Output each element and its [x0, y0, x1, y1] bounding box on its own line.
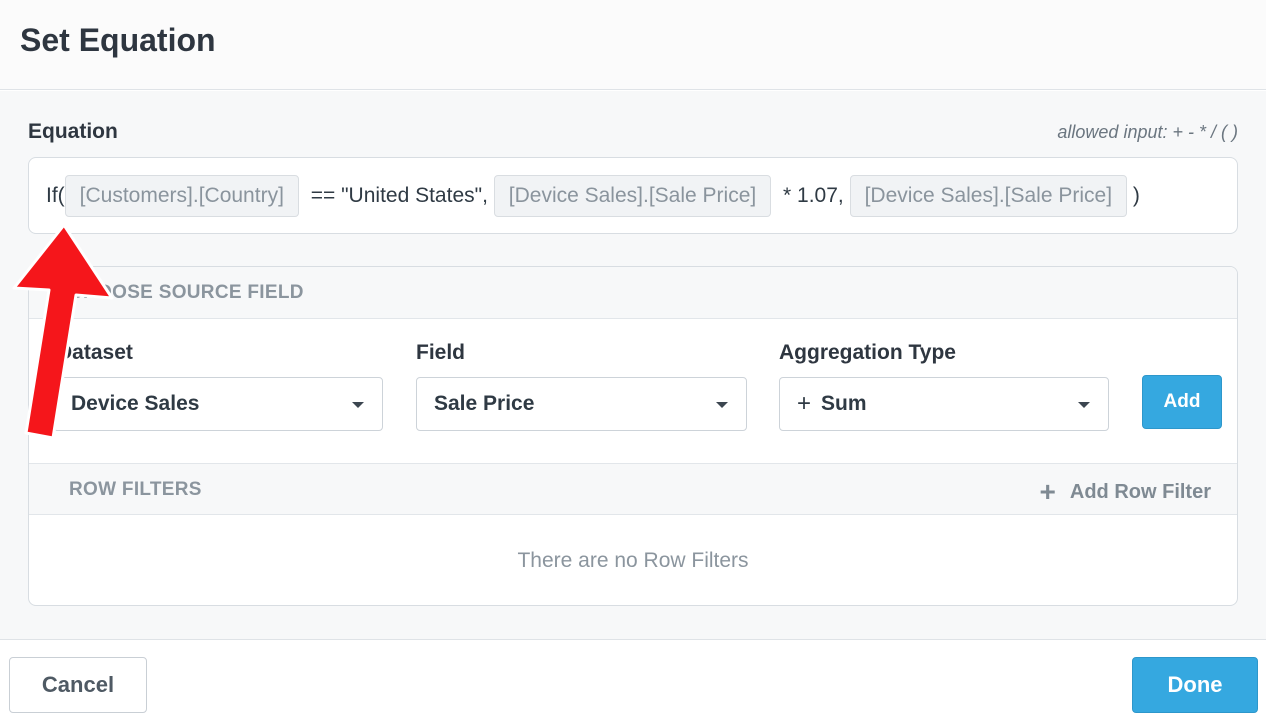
equation-text: If( — [46, 183, 65, 207]
dataset-value: Device Sales — [71, 392, 200, 415]
section-title: CHOOSE SOURCE FIELD — [69, 282, 304, 303]
chevron-down-icon — [1078, 402, 1090, 408]
aggregation-type-select[interactable]: + Sum — [779, 377, 1109, 431]
equation-token-sale-price[interactable]: [Device Sales].[Sale Price] — [493, 174, 772, 217]
add-row-filter-label: Add Row Filter — [1069, 480, 1211, 503]
field-select[interactable]: Sale Price — [416, 377, 747, 431]
field-value: Sale Price — [434, 392, 535, 415]
choose-source-field-header: CHOOSE SOURCE FIELD — [29, 267, 1237, 319]
add-field-button[interactable]: Add — [1142, 375, 1222, 429]
done-button[interactable]: Done — [1132, 657, 1258, 713]
aggregation-type-value: Sum — [821, 392, 867, 415]
cancel-button[interactable]: Cancel — [9, 657, 147, 713]
chevron-down-icon — [716, 402, 728, 408]
add-row-filter-button[interactable]: + Add Row Filter — [1040, 476, 1211, 508]
equation-token-sale-price[interactable]: [Device Sales].[Sale Price] — [849, 174, 1128, 217]
equation-text: == "United States", — [304, 183, 494, 207]
field-label: Field — [416, 341, 466, 364]
dialog-footer: Cancel Done — [0, 639, 1266, 726]
dialog-title: Set Equation — [20, 22, 216, 58]
equation-token-country[interactable]: [Customers].[Country] — [64, 174, 299, 217]
dataset-label: Dataset — [57, 341, 133, 364]
source-field-panel: CHOOSE SOURCE FIELD Dataset Device Sales… — [28, 266, 1238, 606]
equation-editor[interactable]: If( [Customers].[Country] == "United Sta… — [28, 157, 1238, 234]
chevron-down-icon — [352, 402, 364, 408]
dataset-select[interactable]: Device Sales — [53, 377, 383, 431]
equation-label: Equation — [28, 120, 118, 143]
equation-text: * 1.07, — [777, 183, 850, 207]
row-filters-empty-message: There are no Row Filters — [517, 549, 749, 572]
equation-text: ) — [1127, 183, 1140, 207]
row-filters-header: ROW FILTERS + Add Row Filter — [29, 463, 1237, 515]
plus-icon: + — [797, 390, 812, 417]
section-title: ROW FILTERS — [69, 479, 202, 500]
dialog-header: Set Equation — [0, 0, 1266, 90]
aggregation-type-label: Aggregation Type — [779, 341, 956, 364]
equation-hint: allowed input: + - * / ( ) — [1057, 122, 1238, 142]
plus-icon: + — [1039, 476, 1056, 507]
